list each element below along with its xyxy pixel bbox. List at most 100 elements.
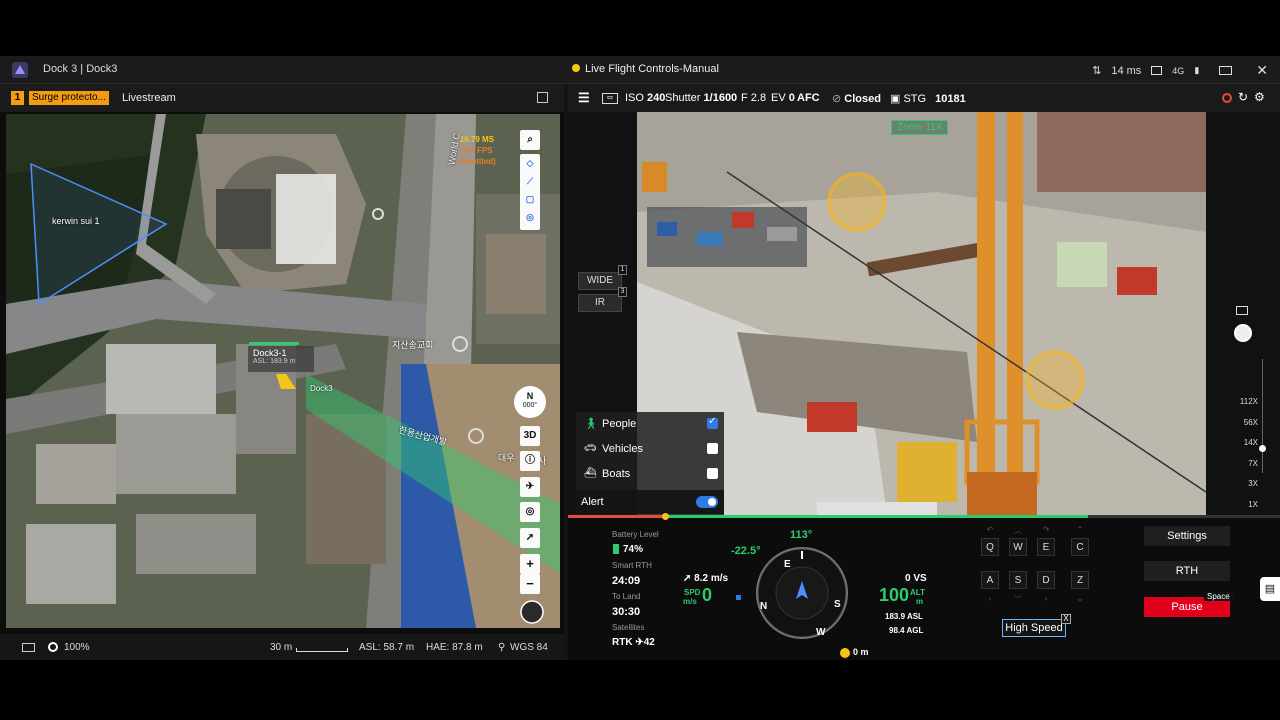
attitude-indicator: E S W N <box>756 547 848 639</box>
gimbal-pitch-value: -22.5° <box>731 545 761 557</box>
key-w[interactable]: W <box>1009 538 1027 556</box>
zoom-rail[interactable] <box>1262 359 1263 473</box>
satellite-map[interactable]: kerwin sui 1 16.79 MS N/A FPS (throttled… <box>6 114 560 628</box>
key-d[interactable]: D <box>1037 571 1055 589</box>
toggle-3d-button[interactable]: 3D <box>520 426 540 446</box>
drone-asl: ASL: 183.9 m <box>253 358 296 365</box>
key-z[interactable]: Z <box>1071 571 1089 589</box>
drone-callout[interactable]: Dock3-1 ASL: 183.9 m <box>248 346 314 372</box>
pin-icon[interactable]: ◇ <box>520 154 540 172</box>
smart-rth-label: Smart RTH <box>612 561 652 570</box>
key-a[interactable]: A <box>981 571 999 589</box>
zoom-handle[interactable] <box>1259 445 1266 452</box>
key-q[interactable]: Q <box>981 538 999 556</box>
zoom-tick[interactable]: 14X <box>1232 438 1258 447</box>
lens-ir-index: 3 <box>618 287 627 297</box>
iso-setting[interactable]: ISO 240 <box>625 92 665 104</box>
zoom-tick[interactable]: 112X <box>1232 397 1258 406</box>
ai-row-boats[interactable]: ⛴︎ Boats <box>576 462 724 486</box>
map-header: 1 Surge protecto... Livestream <box>0 84 564 112</box>
dock-title: Dock 3 | Dock3 <box>43 63 118 75</box>
key-c[interactable]: C <box>1071 538 1089 556</box>
dock-marker-label[interactable]: Dock3 <box>310 384 333 393</box>
aperture-value[interactable]: F 2.8 <box>741 92 766 104</box>
zoom-in-button[interactable]: + <box>520 554 540 574</box>
altitude-value: 100 <box>879 585 910 605</box>
circle-tool-icon[interactable]: ◎ <box>520 208 540 226</box>
shutter-button[interactable] <box>1234 324 1252 342</box>
navigate-icon[interactable]: ➚ <box>520 528 540 548</box>
locate-icon[interactable]: ◎ <box>520 502 540 522</box>
monitor-icon <box>1151 66 1163 75</box>
zoom-out-button[interactable]: − <box>520 574 540 594</box>
people-checkbox[interactable] <box>707 416 718 429</box>
boat-icon: ⛴︎ <box>584 468 597 479</box>
battery-value: 74% <box>623 544 644 555</box>
chat-icon[interactable]: ▤ <box>1260 577 1280 601</box>
auto-mode-icon[interactable]: ▭ <box>602 93 618 104</box>
shutter-label: Shutter <box>665 92 701 104</box>
lens-ir-button[interactable]: IR 3 <box>578 287 627 312</box>
zoom-tick[interactable]: 3X <box>1232 479 1258 488</box>
high-speed-close-icon[interactable]: X <box>1061 614 1071 624</box>
keyboard-icon[interactable] <box>22 643 35 652</box>
zoom-tick[interactable]: 56X <box>1232 418 1258 427</box>
shutter-setting[interactable]: Shutter 1/1600 <box>665 92 737 104</box>
smart-rth-value: 24:09 <box>612 575 641 587</box>
keyboard-icon[interactable] <box>1219 66 1233 75</box>
expand-icon[interactable] <box>537 92 548 103</box>
home-icon <box>840 648 850 658</box>
ev-setting[interactable]: EV 0 <box>771 92 795 104</box>
key-e[interactable]: E <box>1037 538 1055 556</box>
cellular-icon: ▮ <box>1194 65 1200 75</box>
tab-livestream[interactable]: Livestream <box>122 92 176 104</box>
ai-row-people[interactable]: 🚶︎ People <box>576 412 724 436</box>
satellites-value: RTK ✈42 <box>612 637 655 648</box>
horizontal-speed: ➚ 8.2 m/s <box>683 573 728 584</box>
info-icon[interactable]: ⓘ <box>520 451 540 471</box>
alert-toggle[interactable] <box>696 496 718 508</box>
compass-button[interactable]: N 000° <box>514 386 546 418</box>
lens-wide-label: WIDE <box>586 275 614 286</box>
svg-text:N: N <box>760 601 767 612</box>
focus-mode[interactable]: AFC <box>797 92 820 104</box>
flight-mode-indicator: Live Flight Controls-Manual <box>572 63 719 75</box>
search-icon[interactable]: ⌕ <box>520 130 540 150</box>
crs-icon: ⚲ <box>498 642 506 653</box>
lens-wide-index: 1 <box>618 265 627 275</box>
rth-button[interactable]: RTH <box>1144 561 1230 581</box>
high-speed-button[interactable]: High Speed <box>1002 619 1066 637</box>
zoom-circle-icon <box>48 642 58 652</box>
boats-checkbox[interactable] <box>707 468 718 479</box>
zoom-tick[interactable]: 1X <box>1232 500 1258 509</box>
close-icon[interactable]: ✕ <box>1256 62 1268 79</box>
lens-wide-button[interactable]: WIDE 1 <box>578 265 627 290</box>
ai-row-vehicles[interactable]: 🚗︎ Vehicles <box>576 437 724 461</box>
airplane-icon[interactable]: ✈ <box>520 477 540 497</box>
satellites-label: Satellites <box>612 623 645 632</box>
arrow-icon: ⌄ <box>1076 594 1084 603</box>
flight-control-panel: ☰ ▭ ISO 240 Shutter 1/1600 F 2.8 EV 0 AF… <box>568 84 1280 660</box>
home-distance: 0 m <box>853 647 869 657</box>
app-window: Dock 3 | Dock3 Live Flight Controls-Manu… <box>0 56 1280 660</box>
map-zoom-percent: 100% <box>64 642 90 653</box>
key-s[interactable]: S <box>1009 571 1027 589</box>
polygon-tool-icon[interactable]: ▢ <box>520 190 540 208</box>
zoom-tick[interactable]: 7X <box>1232 459 1258 468</box>
menu-icon[interactable]: ☰ <box>578 90 590 106</box>
network-label: 4G <box>1172 65 1185 76</box>
vehicles-checkbox[interactable] <box>707 443 718 454</box>
ai-alert-row[interactable]: Alert <box>576 490 724 514</box>
iso-label: ISO <box>625 92 644 104</box>
record-icon[interactable] <box>1222 93 1232 103</box>
refresh-icon[interactable]: ↻ <box>1238 90 1248 104</box>
battery-icon <box>613 544 619 554</box>
status-dot-icon <box>572 64 580 72</box>
gear-icon[interactable]: ⚙ <box>1254 90 1265 104</box>
line-tool-icon[interactable]: ⟋ <box>520 172 540 190</box>
photo-mode-icon[interactable] <box>1236 306 1248 315</box>
settings-button[interactable]: Settings <box>1144 526 1230 546</box>
tab-surge-alert[interactable]: Surge protecto... <box>29 91 109 105</box>
svg-text:E: E <box>784 559 791 570</box>
storage-value: 10181 <box>935 93 966 105</box>
